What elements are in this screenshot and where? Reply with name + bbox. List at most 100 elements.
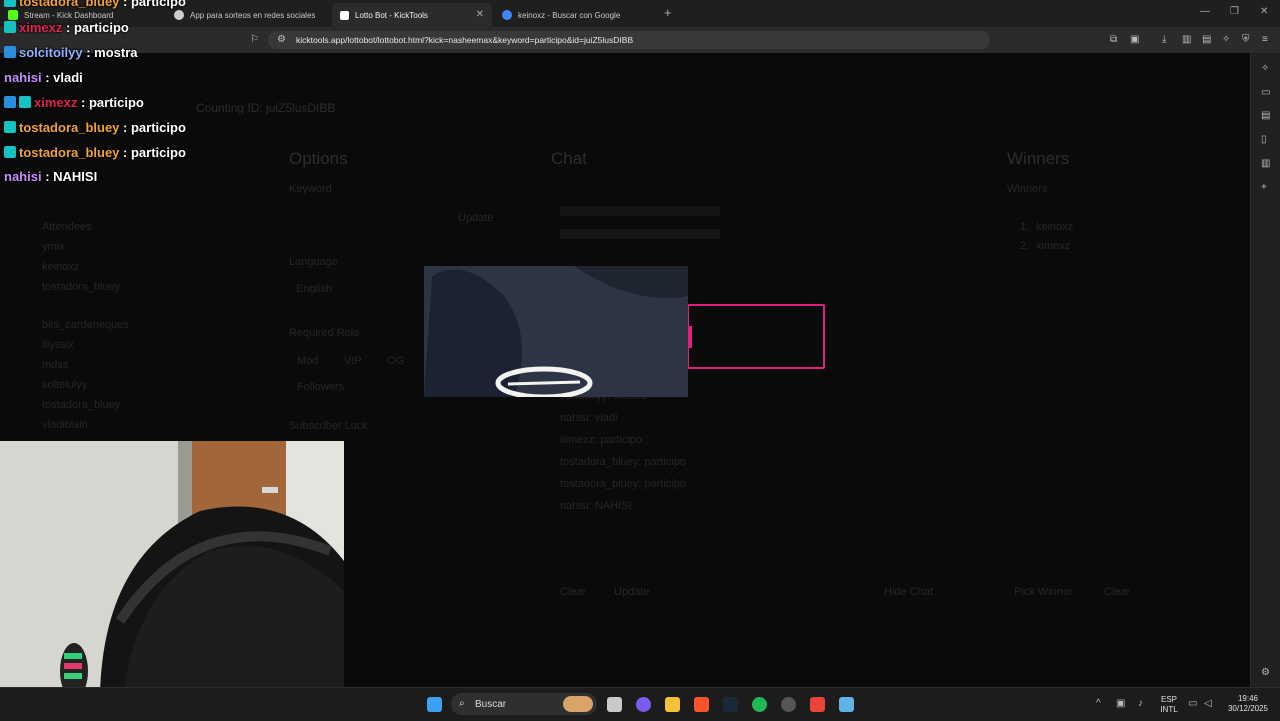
stream-chat-line: tostadora_bluey : participo (4, 0, 186, 9)
chat-message: ximexz: participo (560, 434, 642, 446)
leo-ai-icon[interactable]: ✧ (1222, 35, 1230, 45)
obs-icon[interactable] (781, 697, 796, 712)
attendee-item: soltelulyy (42, 379, 88, 391)
search-icon: ⌕ (459, 698, 465, 709)
chat-username: ximexz (19, 20, 63, 35)
role-mod-toggle[interactable]: Mod (297, 355, 318, 367)
role-vip-toggle[interactable]: VIP (344, 355, 362, 367)
brave-icon[interactable] (694, 697, 709, 712)
stream-chat-line: tostadora_bluey : participo (4, 120, 186, 135)
chat-update-button[interactable]: Update (614, 586, 649, 598)
attendee-item: tostadora_bluey (42, 281, 121, 293)
copilot-icon[interactable] (636, 697, 651, 712)
download-icon[interactable]: ⤓ (1162, 35, 1166, 45)
attendee-item: tostadora_bluey (42, 399, 121, 411)
kicktools-favicon-icon (340, 10, 349, 20)
chat-title: Chat (551, 149, 587, 168)
pick-winner-button[interactable]: Pick Winner (1014, 586, 1073, 598)
sub-badge-icon (4, 146, 16, 158)
attendee-item: ymix (42, 241, 65, 253)
sidebar-settings-icon[interactable]: ⚙ (1261, 667, 1270, 678)
chat-text: mostra (94, 45, 138, 60)
hoodie-image (424, 266, 688, 397)
webcam-image (0, 441, 344, 720)
menu-icon[interactable]: ≡ (1262, 35, 1268, 45)
minimize-icon[interactable]: — (1200, 6, 1210, 17)
attendee-item: vladiblain (42, 419, 88, 431)
winners-title: Winners (1007, 149, 1070, 168)
google-favicon-icon (502, 10, 512, 20)
volume-icon[interactable]: ◁ (1204, 699, 1212, 709)
file-explorer-icon[interactable] (665, 697, 680, 712)
notepad-icon[interactable] (839, 697, 854, 712)
reading-list-icon[interactable]: ▥ (1261, 158, 1270, 169)
winners-header: Winners (1007, 183, 1048, 195)
chat-username: solcitoilyy (19, 45, 83, 60)
winner-name: ximexz (1036, 240, 1071, 252)
maximize-icon[interactable]: ❐ (1230, 6, 1239, 17)
required-role-label: Required Role (289, 327, 360, 339)
language-indicator[interactable]: ESP INTL (1158, 695, 1180, 715)
steam-icon[interactable] (723, 697, 738, 712)
tab-lotto-bot[interactable]: Lotto Bot - KickTools ✕ (332, 3, 492, 27)
new-tab-icon[interactable]: + (664, 5, 672, 20)
tab-google-search[interactable]: keinoxz - Buscar con Google (502, 3, 662, 27)
start-icon[interactable] (427, 697, 442, 712)
vpn-icon[interactable]: ⛨ (1242, 35, 1250, 45)
leo-icon[interactable]: ✧ (1261, 63, 1269, 74)
brave-beta-icon[interactable] (810, 697, 825, 712)
attendee-item: mdss (42, 359, 69, 371)
reading-list-icon[interactable]: ▥ (1182, 35, 1191, 45)
chat-text: participo (130, 0, 186, 9)
chat-text: participo (130, 120, 186, 135)
media-icon[interactable]: ▭ (1261, 87, 1270, 98)
display-icon[interactable]: ▭ (1188, 699, 1197, 709)
winners-clear-button[interactable]: Clear (1104, 586, 1130, 598)
chat-text: participo (73, 20, 129, 35)
chat-username: tostadora_bluey (19, 145, 120, 160)
site-info-icon[interactable]: ⚙ (277, 35, 286, 45)
language-select[interactable]: English (296, 283, 332, 295)
highlight-bar (689, 326, 692, 348)
taskbar-search[interactable]: ⌕ Buscar (451, 693, 597, 715)
microphone-icon[interactable]: ♪ (1138, 699, 1143, 709)
chat-username: tostadora_bluey (19, 120, 120, 135)
url-text: kicktools.app/lottobot/lottobot.html?kic… (296, 35, 634, 45)
chat-clear-button[interactable]: Clear (560, 586, 586, 598)
chat-text: vladi (53, 70, 83, 85)
close-tab-icon[interactable]: ✕ (476, 9, 484, 20)
winner-rank: 1. (1020, 221, 1030, 233)
windows-taskbar: ⌕ Buscar ^ ▣ ♪ ESP INTL ▭ ◁ 19:46 30/12/… (0, 687, 1280, 721)
wallet-icon[interactable]: ▤ (1261, 110, 1270, 121)
sub-badge-icon (19, 96, 31, 108)
prime-badge-icon (4, 96, 16, 108)
winner-name: keinoxz (1036, 221, 1074, 233)
chat-text: NAHISI (53, 169, 98, 184)
tray-app-icon[interactable]: ▣ (1116, 699, 1125, 709)
chat-message: nahisi: vladi (560, 412, 618, 424)
chat-username: nahisi (4, 70, 42, 85)
lang-bottom: INTL (1160, 705, 1178, 714)
hide-chat-button[interactable]: Hide Chat (884, 586, 933, 598)
sidebar-toggle-icon[interactable]: ▣ (1130, 35, 1139, 45)
role-og-toggle[interactable]: OG (387, 355, 404, 367)
wallet-icon[interactable]: ▤ (1202, 35, 1211, 45)
webcam-feed (0, 441, 344, 720)
stream-chat-line: nahisi : NAHISI (4, 169, 98, 184)
chat-message: tostadora_bluey: participo (560, 478, 686, 490)
clock[interactable]: 19:46 30/12/2025 (1222, 694, 1274, 714)
tab-label: keinoxz - Buscar con Google (518, 10, 621, 20)
add-panel-icon[interactable]: + (1261, 182, 1267, 193)
bookmarks-icon[interactable]: ▯ (1261, 134, 1267, 145)
address-bar[interactable]: ⚙ kicktools.app/lottobot/lottobot.html?k… (268, 31, 990, 49)
followers-toggle[interactable]: Followers (297, 381, 344, 393)
options-title: Options (289, 149, 348, 168)
extensions-icon[interactable]: ⧉ (1110, 35, 1117, 45)
chat-message: nahisi: NAHISI (560, 500, 632, 512)
spotify-icon[interactable] (752, 697, 767, 712)
tray-chevron-icon[interactable]: ^ (1096, 699, 1101, 709)
task-view-icon[interactable] (607, 697, 622, 712)
update-keyword-button[interactable]: Update (458, 212, 493, 224)
chat-username: ximexz (34, 95, 78, 110)
close-window-icon[interactable]: ✕ (1260, 6, 1268, 17)
